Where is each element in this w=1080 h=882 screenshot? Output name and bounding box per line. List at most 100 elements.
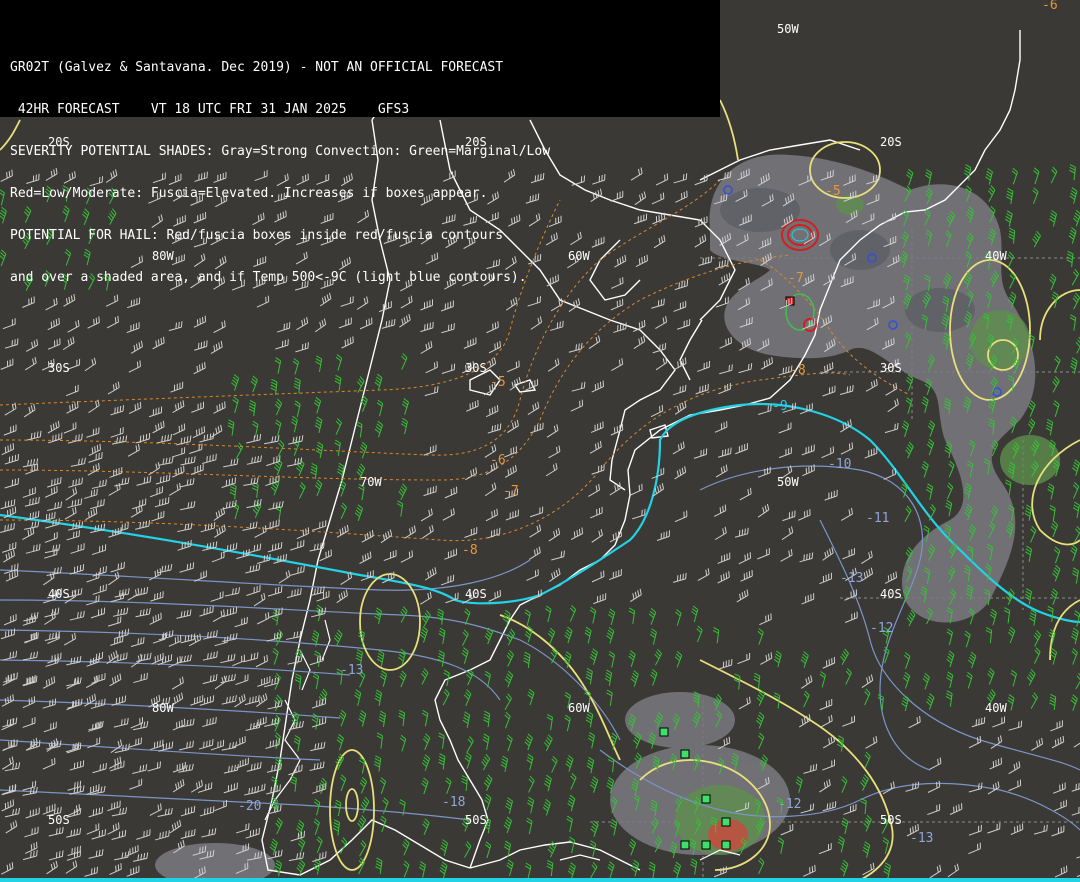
wind-barb [926,483,934,500]
wind-barb [926,693,935,710]
wind-barb [778,447,792,459]
wind-barb [1050,720,1063,732]
wind-barb [126,322,140,334]
wind-barb [23,403,36,418]
wind-barb [248,399,256,417]
wind-barb [964,630,971,648]
wind-barb [795,776,803,793]
wind-barb [675,609,682,626]
wind-barb [47,317,60,331]
wind-barb [357,815,367,832]
wind-barb [107,381,120,395]
wind-barb [821,446,834,459]
wind-barb [310,741,326,752]
wind-barb [179,478,195,488]
wind-barb [333,629,343,647]
wind-barb [84,488,98,499]
wind-barb [593,593,607,605]
wind-barb [421,610,431,627]
wind-barb [839,385,854,395]
wind-barb [546,859,554,877]
wind-barb [0,189,5,206]
wind-barb [945,690,953,707]
wind-barb [266,784,281,795]
wind-barb [1072,501,1080,519]
wind-barb [905,397,912,414]
wind-barb [1032,230,1041,248]
wind-barb [86,427,100,438]
wind-barb [740,569,753,582]
wind-barb [42,698,57,709]
wind-barb [1029,609,1037,626]
wind-barb [530,422,544,434]
wind-barb [359,441,368,459]
wind-barb [128,401,142,415]
wind-barb [2,717,18,728]
wind-barb [296,527,310,540]
wind-barb [778,422,792,434]
contour-label: -12 [778,797,801,812]
wind-barb [672,384,687,396]
wind-barb [861,674,874,688]
wind-barb [461,775,468,792]
wind-barb [611,358,624,372]
wind-barb [992,716,1005,728]
wind-barb [88,849,104,859]
lat-label: 50S [880,813,902,827]
wind-barb [309,761,325,772]
header-legend-line: Red=Low/Moderate: Fuscia=Elevated. Incre… [10,186,488,201]
wind-barb [67,498,83,509]
wind-barb [1072,482,1080,499]
wind-barb [172,779,185,793]
wind-barb [759,613,772,626]
wind-barb [85,507,98,521]
contour-label: -8 [790,363,806,378]
wind-barb [286,630,302,640]
wind-barb [224,587,240,597]
wind-barb [883,862,891,879]
wind-barb [719,364,733,375]
wind-barb [840,442,854,455]
wind-barb [201,828,217,838]
wind-barb [695,383,709,395]
wind-barb [424,567,437,581]
wind-barb [359,776,368,794]
wind-barb [738,363,753,374]
wind-barb [840,507,853,521]
wind-barb [356,421,363,438]
wind-barb [590,820,599,837]
wind-barb [1075,336,1080,354]
wind-barb [43,571,55,586]
wind-barb [84,866,98,877]
wind-barb [22,651,39,661]
wind-barb [733,673,741,690]
wind-barb [441,323,455,334]
wind-barb [483,774,493,792]
wind-barb [298,482,306,499]
wind-barb [335,418,342,435]
wind-barb [968,842,981,855]
wind-barb [44,548,58,559]
wind-barb [374,373,383,391]
wind-barb [864,447,878,459]
wind-barb [1007,251,1014,269]
wind-barb [528,546,541,560]
wind-barb [70,543,85,554]
wind-barb [822,656,836,669]
wind-barb [1069,187,1078,204]
wind-barb [502,609,511,627]
wind-barb [2,650,18,661]
wind-barb [211,551,225,563]
wind-barb [418,861,426,878]
wind-barb [267,586,283,597]
wind-barb [0,358,14,370]
wind-barb [332,819,340,836]
wind-barb [4,453,19,465]
wind-barb [861,550,873,565]
wind-barb [26,339,39,352]
wind-barb [463,337,477,349]
wind-barb [485,405,499,418]
wind-barb [190,695,204,706]
wind-barb [567,862,576,879]
wind-barb [590,421,604,433]
